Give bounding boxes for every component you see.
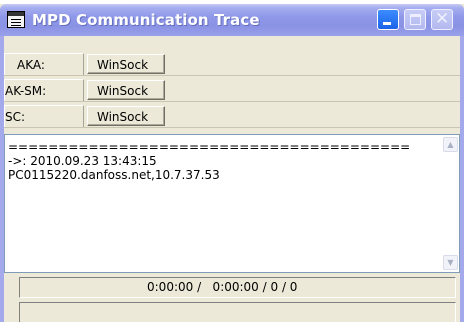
- maximize-icon: [410, 14, 421, 25]
- connection-label-cell: SC:: [4, 105, 84, 127]
- connection-label-ak-sm: AK-SM:: [5, 84, 47, 98]
- trace-log-textarea[interactable]: ========================================…: [4, 134, 460, 273]
- connection-row-sc: SC: WinSock: [4, 104, 460, 128]
- close-icon: ✕: [435, 9, 450, 29]
- aka-transport-button[interactable]: WinSock: [87, 54, 165, 74]
- connection-label-aka: AKA:: [17, 58, 45, 72]
- sc-transport-button[interactable]: WinSock: [87, 106, 165, 126]
- ak-sm-transport-button[interactable]: WinSock: [87, 80, 165, 100]
- window-title: MPD Communication Trace: [32, 11, 260, 29]
- minimize-icon: [383, 22, 391, 25]
- window-frame-right: [460, 36, 464, 322]
- trace-log-text: ========================================…: [8, 140, 411, 182]
- connection-label-sc: SC:: [5, 110, 26, 124]
- connection-label-cell: AK-SM:: [4, 79, 84, 101]
- scroll-up-arrow-icon[interactable]: ▲: [443, 137, 458, 152]
- trace-app-icon[interactable]: [7, 11, 25, 28]
- ak-sm-transport-label: WinSock: [97, 84, 149, 98]
- trace-window: MPD Communication Trace ✕ AKA: WinSock A…: [0, 4, 464, 322]
- connection-label-cell: AKA:: [4, 53, 84, 75]
- log-vertical-scrollbar[interactable]: ▲ ▼: [442, 135, 459, 272]
- sc-transport-label: WinSock: [97, 110, 149, 124]
- status-panel-timing: 0:00:00 / 0:00:00 / 0 / 0: [19, 277, 456, 298]
- close-button[interactable]: ✕: [431, 9, 453, 30]
- title-bar[interactable]: MPD Communication Trace ✕: [0, 4, 464, 36]
- status-panel-secondary: [19, 302, 456, 322]
- connection-row-ak-sm: AK-SM: WinSock: [4, 78, 460, 102]
- minimize-button[interactable]: [377, 9, 399, 30]
- scroll-down-arrow-icon[interactable]: ▼: [443, 255, 458, 270]
- maximize-button[interactable]: [404, 9, 426, 30]
- status-timing-text: 0:00:00 / 0:00:00 / 0 / 0: [147, 280, 298, 294]
- connection-row-aka: AKA: WinSock: [4, 52, 460, 76]
- aka-transport-label: WinSock: [97, 58, 149, 72]
